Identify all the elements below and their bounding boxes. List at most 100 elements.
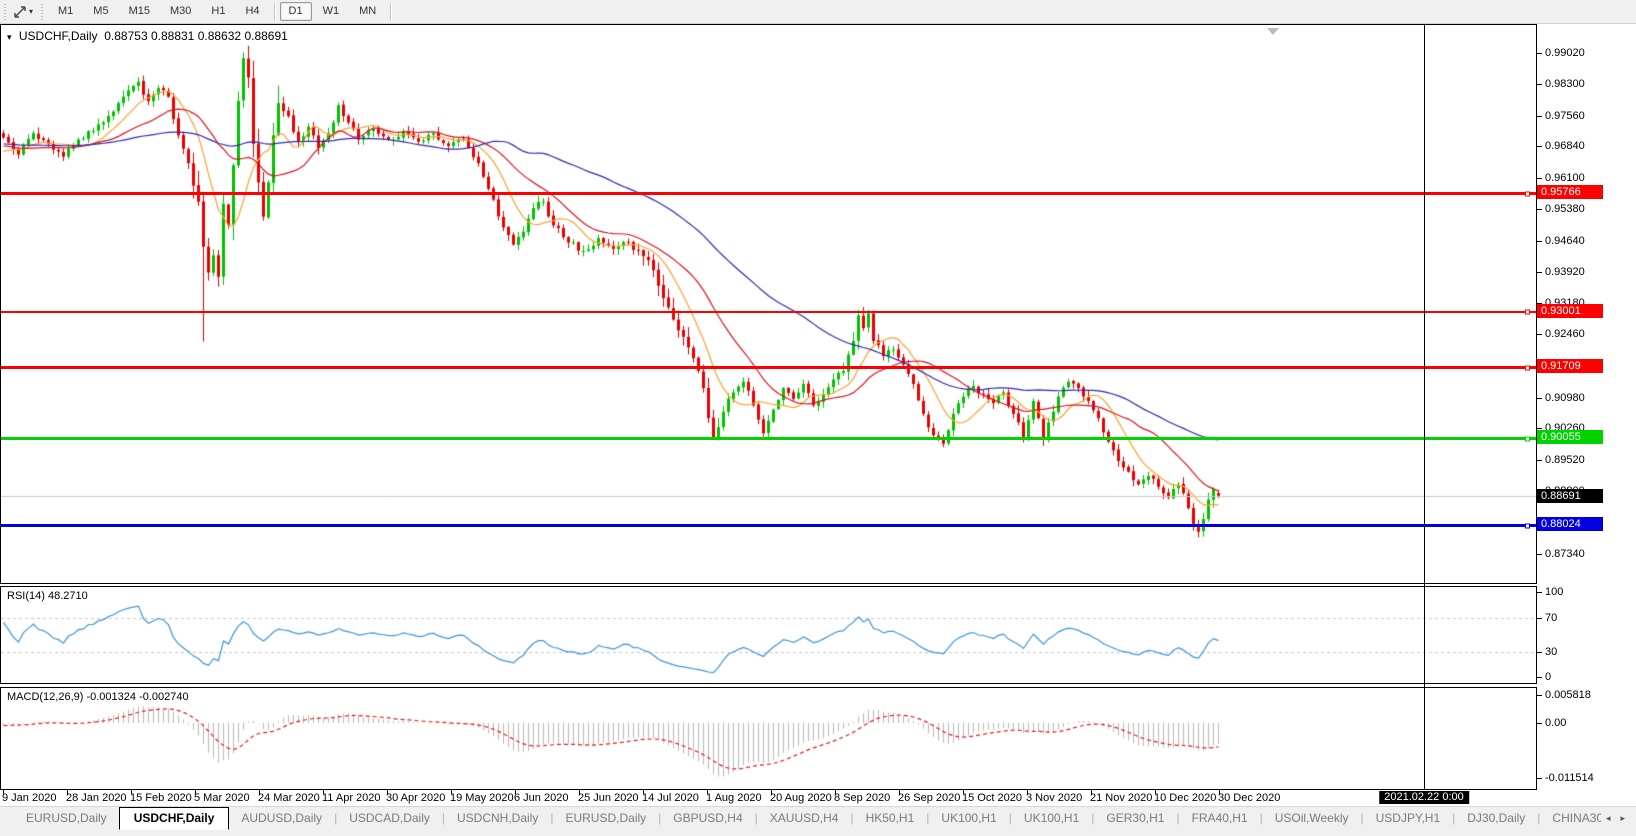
macd-tick-label: 0.00 <box>1545 717 1566 729</box>
price-badge-0.93001: 0.93001 <box>1537 304 1603 318</box>
hline-handle[interactable] <box>1525 309 1530 314</box>
toolbar-grip[interactable] <box>3 4 8 20</box>
timeframe-button-mn[interactable]: MN <box>350 2 385 21</box>
chart-shift-marker-icon[interactable] <box>1267 28 1279 35</box>
date-tick-label: 6 Jun 2020 <box>514 792 568 804</box>
macd-tick-label: -0.011514 <box>1545 772 1594 784</box>
crosshair-cursor-icon[interactable] <box>11 3 29 21</box>
hline-0.93001[interactable] <box>1 311 1536 313</box>
tabs-scroll-left-icon[interactable]: ◂ <box>1601 811 1616 826</box>
date-tick-label: 14 Jul 2020 <box>642 792 699 804</box>
tabs-scroll-right-icon[interactable]: ▸ <box>1615 811 1630 826</box>
date-tick-label: 15 Oct 2020 <box>962 792 1022 804</box>
date-tick-label: 28 Jan 2020 <box>66 792 127 804</box>
price-tick-label: 0.89520 <box>1545 454 1585 466</box>
price-tick-label: 0.92460 <box>1545 328 1585 340</box>
ohlc-low: 0.88632 <box>198 29 241 43</box>
price-tick-mark <box>1537 209 1542 210</box>
rsi-tick-mark <box>1537 592 1542 593</box>
crosshair-vline[interactable] <box>1424 24 1425 790</box>
chart-tab-usdcad-daily[interactable]: USDCAD,Daily <box>337 807 442 828</box>
price-tick-label: 0.97560 <box>1545 110 1585 122</box>
timeframe-button-d1[interactable]: D1 <box>280 2 312 21</box>
price-tick-mark <box>1537 554 1542 555</box>
chart-tab-gbpusd-h4[interactable]: GBPUSD,H4 <box>661 807 754 828</box>
chart-tab-audusd-daily[interactable]: AUDUSD,Daily <box>229 807 334 828</box>
chart-tab-eurusd-daily[interactable]: EURUSD,Daily <box>14 807 119 828</box>
rsi-tick-label: 30 <box>1545 646 1557 658</box>
main-chart-pane[interactable]: ▾ USDCHF,Daily 0.88753 0.88831 0.88632 0… <box>0 24 1537 584</box>
price-tick-mark <box>1537 241 1542 242</box>
timeframe-button-m30[interactable]: M30 <box>161 2 200 21</box>
rsi-tick-mark <box>1537 652 1542 653</box>
rsi-canvas[interactable] <box>1 587 1536 683</box>
macd-canvas[interactable] <box>1 688 1536 789</box>
timeframe-button-m5[interactable]: M5 <box>84 2 117 21</box>
date-tick-label: 30 Dec 2020 <box>1218 792 1280 804</box>
price-tick-mark <box>1537 334 1542 335</box>
date-tick-label: 25 Jun 2020 <box>578 792 639 804</box>
chart-tab-usdjpy-h1[interactable]: USDJPY,H1 <box>1364 807 1452 828</box>
candlestick-canvas[interactable] <box>1 25 1536 583</box>
chart-tab-usoil-weekly[interactable]: USOil,Weekly <box>1263 807 1361 828</box>
price-badge-0.88024: 0.88024 <box>1537 517 1603 531</box>
price-badge-0.90055: 0.90055 <box>1537 430 1603 444</box>
price-tick-label: 0.96840 <box>1545 140 1585 152</box>
timeframe-button-w1[interactable]: W1 <box>314 2 349 21</box>
price-tick-label: 0.93920 <box>1545 266 1585 278</box>
chart-tab-china300-h1[interactable]: CHINA300,H1 <box>1540 807 1601 828</box>
date-tick-label: 15 Feb 2020 <box>130 792 192 804</box>
rsi-label: RSI(14) 48.2710 <box>7 590 88 602</box>
rsi-pane[interactable]: RSI(14) 48.2710 <box>0 586 1537 684</box>
date-tick-label: 24 Mar 2020 <box>258 792 320 804</box>
date-axis[interactable]: 9 Jan 202028 Jan 202015 Feb 20205 Mar 20… <box>0 790 1537 806</box>
date-tick-label: 30 Apr 2020 <box>386 792 445 804</box>
hline-0.88024[interactable] <box>1 524 1536 527</box>
rsi-tick-label: 0 <box>1545 671 1551 683</box>
date-tick-label: 20 Aug 2020 <box>770 792 832 804</box>
hline-0.90055[interactable] <box>1 437 1536 440</box>
ohlc-close: 0.88691 <box>244 29 287 43</box>
hline-handle[interactable] <box>1525 191 1530 196</box>
rsi-tick-label: 100 <box>1545 586 1563 598</box>
hline-handle[interactable] <box>1525 436 1530 441</box>
hline-handle[interactable] <box>1525 523 1530 528</box>
chart-tabs: EURUSD,DailyUSDCHF,DailyAUDUSD,Daily|USD… <box>0 807 1601 830</box>
toolbar-separator <box>274 3 275 21</box>
timeframe-button-h4[interactable]: H4 <box>236 2 268 21</box>
macd-tick-mark <box>1537 723 1542 724</box>
chart-tab-uk100-h1[interactable]: UK100,H1 <box>929 807 1008 828</box>
price-tick-label: 0.96100 <box>1545 172 1585 184</box>
macd-pane[interactable]: MACD(12,26,9) -0.001324 -0.002740 <box>0 687 1537 790</box>
chart-tab-usdchf-daily[interactable]: USDCHF,Daily <box>119 807 230 830</box>
chart-title-caret-icon[interactable]: ▾ <box>7 32 12 42</box>
toolbar-separator-end <box>390 3 391 21</box>
price-badge-0.91709: 0.91709 <box>1537 359 1603 373</box>
chart-tab-usdcnh-daily[interactable]: USDCNH,Daily <box>445 807 550 828</box>
dropdown-caret-icon[interactable]: ▾ <box>29 7 33 16</box>
price-axis[interactable]: 0.957660.930010.917090.900550.880240.990… <box>1537 24 1636 790</box>
price-badge-0.95766: 0.95766 <box>1537 185 1603 199</box>
chart-tab-xauusd-h4[interactable]: XAUUSD,H4 <box>758 807 851 828</box>
date-tick-label: 10 Dec 2020 <box>1154 792 1216 804</box>
hline-0.91709[interactable] <box>1 366 1536 369</box>
chart-tab-uk100-h1[interactable]: UK100,H1 <box>1012 807 1091 828</box>
price-tick-label: 0.95380 <box>1545 203 1585 215</box>
hline-0.95766[interactable] <box>1 192 1536 195</box>
timeframe-button-h1[interactable]: H1 <box>202 2 234 21</box>
chart-tab-fra40-h1[interactable]: FRA40,H1 <box>1180 807 1260 828</box>
date-tick-label: 21 Nov 2020 <box>1090 792 1152 804</box>
timeframe-button-m15[interactable]: M15 <box>120 2 159 21</box>
date-tick-label: 5 Mar 2020 <box>194 792 250 804</box>
chart-title: ▾ USDCHF,Daily 0.88753 0.88831 0.88632 0… <box>7 29 288 43</box>
date-tick-label: 1 Aug 2020 <box>706 792 762 804</box>
chart-tab-eurusd-daily[interactable]: EURUSD,Daily <box>553 807 658 828</box>
toolbar-grip-2[interactable] <box>40 4 45 20</box>
chart-tab-dj30-daily[interactable]: DJ30,Daily <box>1455 807 1537 828</box>
chart-tab-hk50-h1[interactable]: HK50,H1 <box>854 807 927 828</box>
price-tick-mark <box>1537 116 1542 117</box>
timeframe-button-m1[interactable]: M1 <box>49 2 82 21</box>
price-tick-label: 0.90980 <box>1545 392 1585 404</box>
hline-handle[interactable] <box>1525 365 1530 370</box>
chart-tab-ger30-h1[interactable]: GER30,H1 <box>1094 807 1176 828</box>
